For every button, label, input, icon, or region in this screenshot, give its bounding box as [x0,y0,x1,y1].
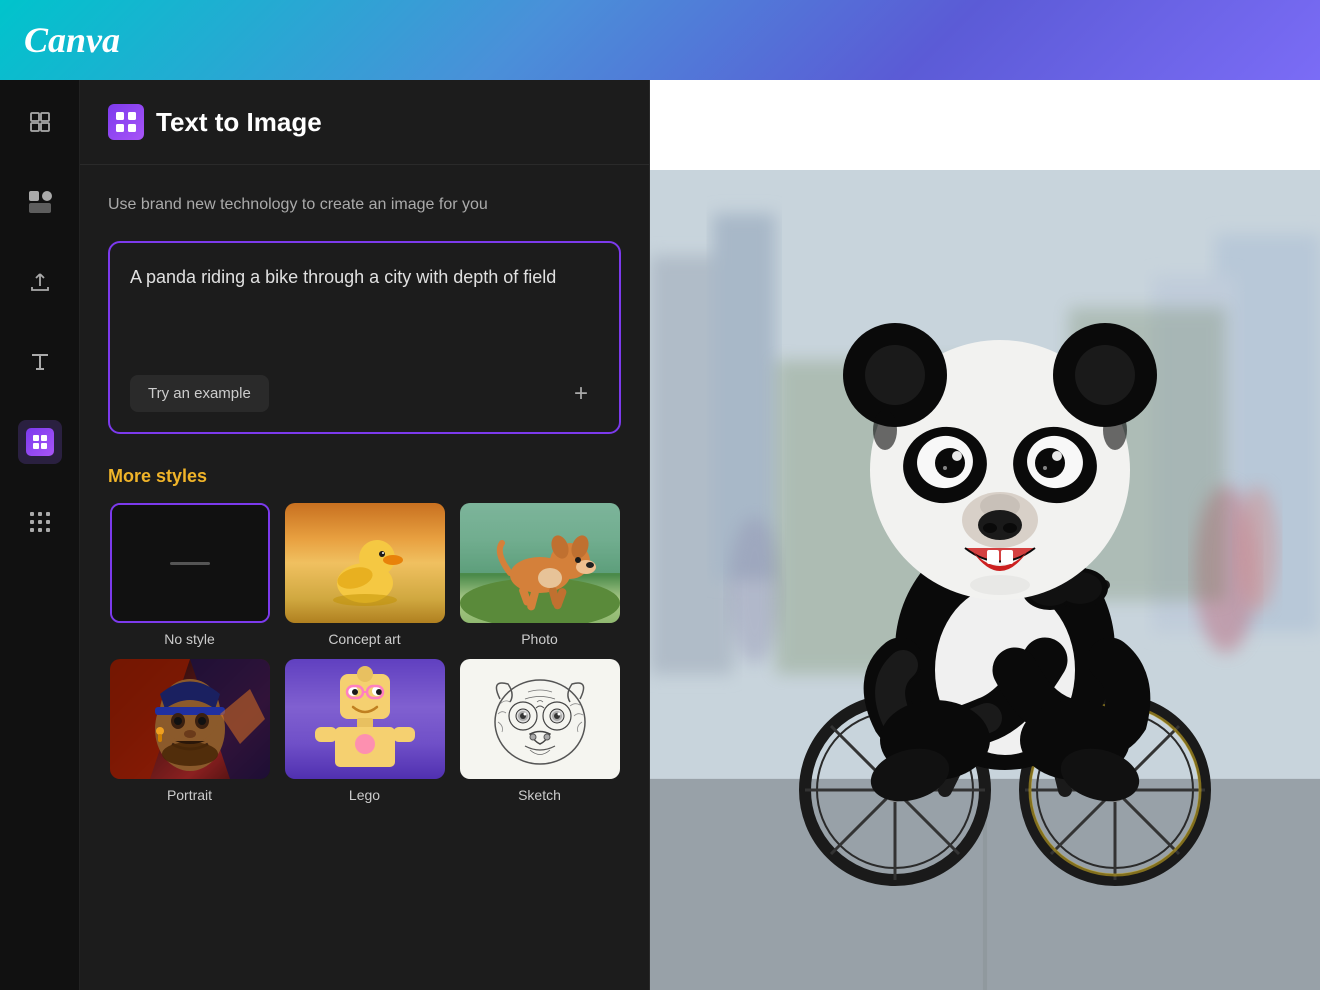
add-prompt-button[interactable]: + [563,376,599,412]
style-item-portrait[interactable]: Portrait [108,659,271,803]
sidebar-item-apps[interactable] [18,500,62,544]
style-item-sketch[interactable]: Sketch [458,659,621,803]
style-label-no-style: No style [164,631,215,647]
style-thumbnail-sketch [460,659,620,779]
style-label-photo: Photo [521,631,558,647]
main-layout: Text to Image Use brand new technology t… [0,80,1320,990]
prompt-footer: Try an example + [130,375,599,412]
generated-image [650,170,1320,990]
style-thumbnail-lego [285,659,445,779]
prompt-container[interactable]: A panda riding a bike through a city wit… [108,241,621,434]
style-thumbnail-no-style [110,503,270,623]
styles-grid: No style [108,503,621,803]
more-styles-section: More styles No style [108,466,621,803]
panel-title: Text to Image [156,107,322,138]
sidebar-item-elements[interactable] [18,180,62,224]
style-label-lego: Lego [349,787,380,803]
style-item-concept-art[interactable]: Concept art [283,503,446,647]
prompt-text: A panda riding a bike through a city wit… [130,263,599,343]
style-thumbnail-concept-art [285,503,445,623]
panel-header: Text to Image [80,80,649,165]
try-example-button[interactable]: Try an example [130,375,269,412]
sidebar-item-ai[interactable] [18,420,62,464]
ai-tool-icon [26,428,54,456]
style-label-sketch: Sketch [518,787,561,803]
app-header: Canva [0,0,1320,80]
sidebar-item-text[interactable] [18,340,62,384]
style-item-no-style[interactable]: No style [108,503,271,647]
canvas-area [650,80,1320,990]
text-to-image-icon [108,104,144,140]
sidebar-item-uploads[interactable] [18,260,62,304]
style-item-photo[interactable]: Photo [458,503,621,647]
canva-logo: Canva [24,19,120,61]
sidebar-item-layout[interactable] [18,100,62,144]
panel-content: Use brand new technology to create an im… [80,165,649,990]
panel-description: Use brand new technology to create an im… [108,193,621,217]
panda-svg [735,230,1235,930]
more-styles-title: More styles [108,466,621,487]
style-thumbnail-photo [460,503,620,623]
style-thumbnail-portrait [110,659,270,779]
panel-sidebar: Text to Image Use brand new technology t… [80,80,650,990]
style-item-lego[interactable]: Lego [283,659,446,803]
icon-sidebar [0,80,80,990]
style-label-portrait: Portrait [167,787,212,803]
style-label-concept-art: Concept art [328,631,400,647]
